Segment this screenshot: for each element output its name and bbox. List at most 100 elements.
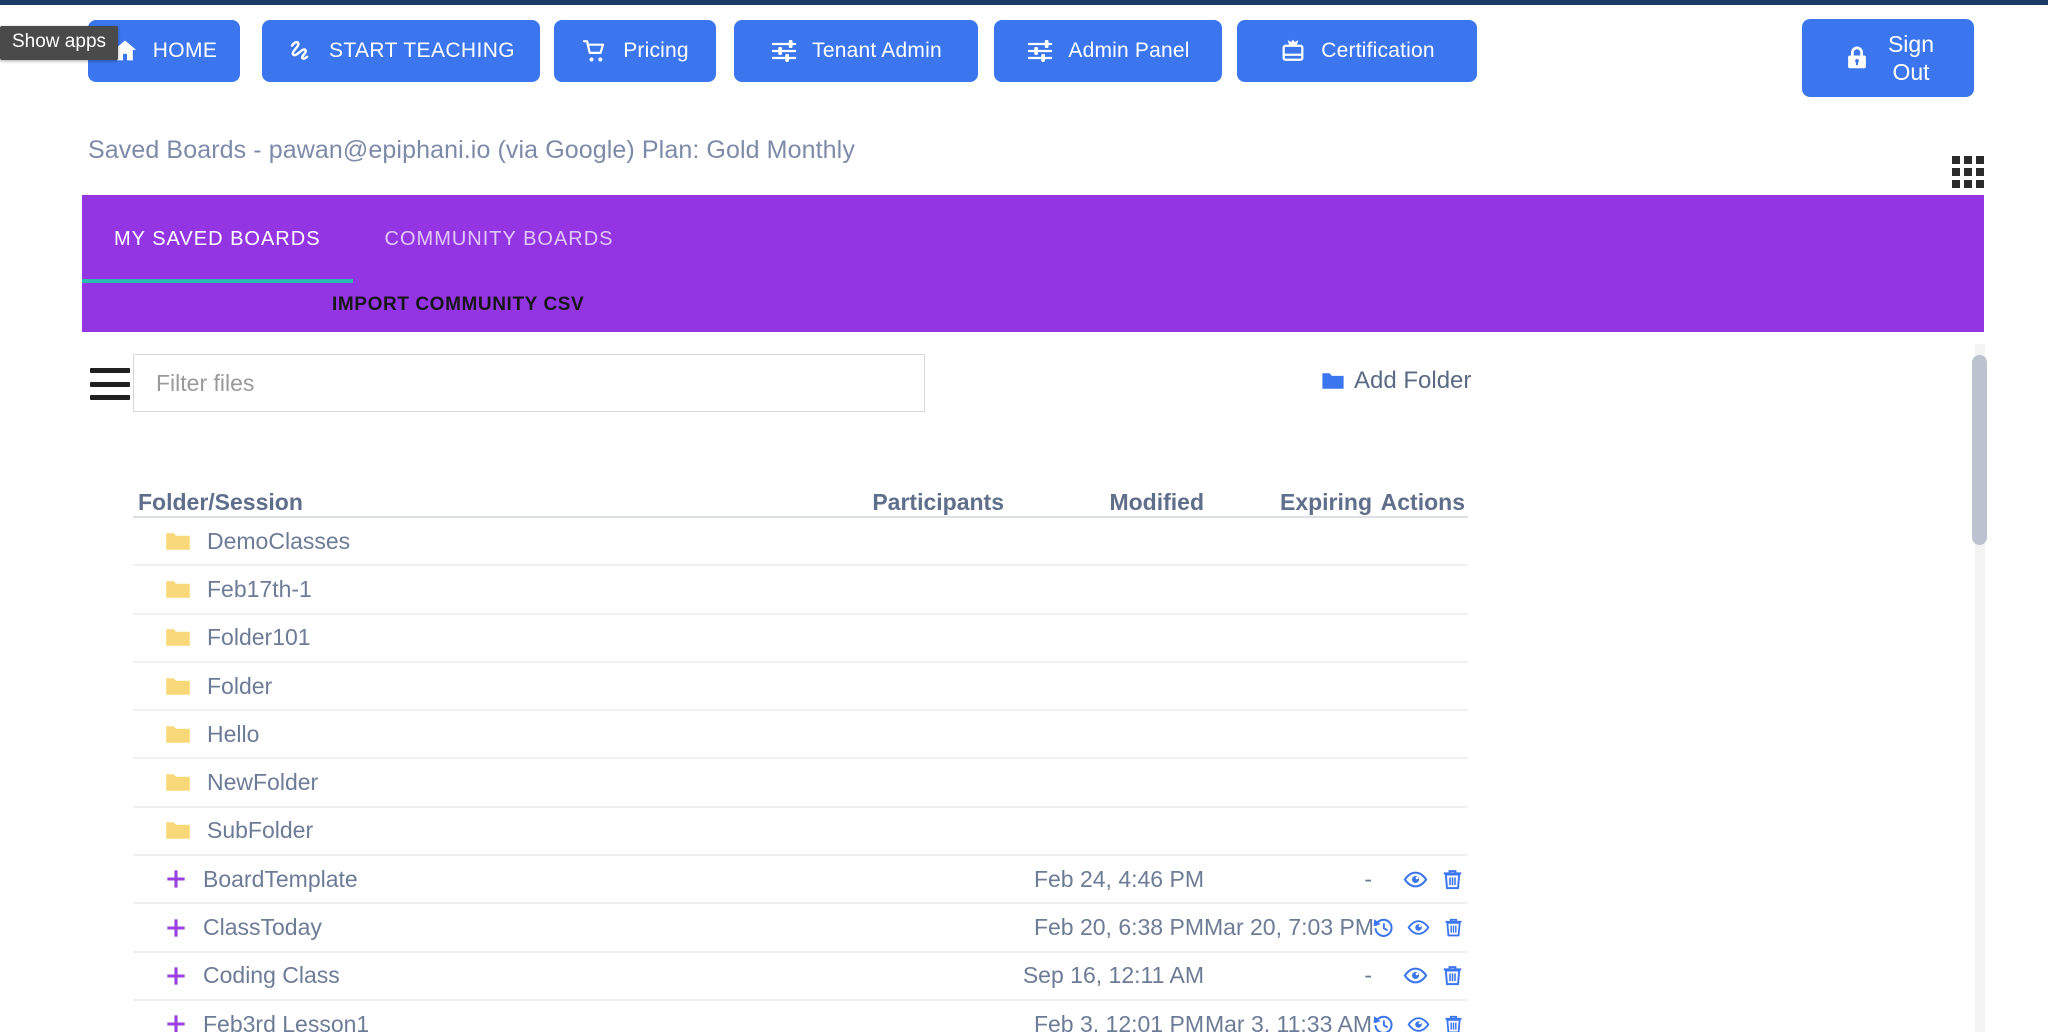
table-body: DemoClasses Feb17th-1 Folder101 Folder H… — [133, 518, 1468, 1032]
import-community-csv-label: IMPORT COMMUNITY CSV — [332, 294, 585, 315]
row-name-label: Coding Class — [203, 962, 340, 989]
nav-button-admin-panel-label: Admin Panel — [1068, 39, 1190, 62]
view-icon[interactable] — [1403, 963, 1428, 988]
folder-icon — [166, 774, 190, 791]
folder-icon — [166, 532, 190, 550]
table-row[interactable]: Hello — [133, 711, 1468, 760]
view-icon[interactable] — [1403, 867, 1428, 892]
add-folder-label: Add Folder — [1354, 367, 1472, 394]
folder-icon — [166, 822, 190, 840]
table-row[interactable]: Folder — [133, 663, 1468, 712]
gesture-icon — [290, 40, 309, 60]
row-expiring-cell: Mar 20, 7:03 PM — [1204, 914, 1375, 941]
row-name-label: Folder — [207, 672, 273, 699]
row-name-label: Folder101 — [207, 624, 311, 651]
row-name-label: NewFolder — [207, 769, 319, 796]
nav-button-admin-panel[interactable]: Admin Panel — [994, 20, 1222, 82]
restore-icon[interactable] — [1372, 1012, 1395, 1032]
tab-my-saved-boards-label: MY SAVED BOARDS — [114, 227, 321, 250]
import-community-csv-button[interactable]: IMPORT COMMUNITY CSV — [314, 283, 602, 327]
tab-list: MY SAVED BOARDS COMMUNITY BOARDS — [82, 195, 646, 283]
plus-icon — [167, 1015, 185, 1032]
add-folder-button[interactable]: Add Folder — [1315, 366, 1477, 396]
delete-icon[interactable] — [1442, 1012, 1465, 1032]
row-modified-cell: Sep 16, 12:11 AM — [1022, 962, 1204, 989]
tab-community-boards[interactable]: COMMUNITY BOARDS — [353, 195, 646, 283]
folder-icon — [166, 677, 190, 695]
tab-my-saved-boards[interactable]: MY SAVED BOARDS — [82, 195, 353, 283]
table-header-row: Folder/Session Participants Modified Exp… — [133, 472, 1468, 518]
nav-button-start-teaching-label: START TEACHING — [328, 39, 516, 62]
nav-button-home-label: HOME — [152, 39, 218, 62]
row-name-label: DemoClasses — [207, 527, 351, 554]
nav-button-pricing[interactable]: Pricing — [554, 20, 716, 82]
row-name-cell[interactable]: Feb3rd Lesson1 — [133, 1011, 779, 1032]
row-name-cell[interactable]: SubFolder — [133, 817, 779, 844]
row-name-cell[interactable]: NewFolder — [133, 769, 779, 796]
tune-icon — [771, 40, 797, 62]
table-row[interactable]: BoardTemplate Feb 24, 4:46 PM - — [133, 856, 1468, 905]
row-modified-cell: Feb 20, 6:38 PM — [1033, 914, 1204, 941]
row-actions-cell — [1372, 1012, 1468, 1032]
page-title: Saved Boards - pawan@epiphani.io (via Go… — [88, 136, 855, 164]
card-membership-icon — [1282, 39, 1304, 61]
row-actions-cell — [1372, 915, 1468, 940]
column-header-participants: Participants — [872, 489, 1004, 515]
plus-icon — [167, 870, 185, 888]
table-row[interactable]: DemoClasses — [133, 518, 1468, 567]
boards-table: Folder/Session Participants Modified Exp… — [133, 472, 1468, 1032]
row-name-label: BoardTemplate — [203, 865, 358, 892]
table-row[interactable]: Feb3rd Lesson1 Feb 3, 12:01 PM Mar 3, 11:3… — [133, 1001, 1468, 1032]
saved-boards-panel: Add Folder Folder/Session Participants M… — [82, 332, 1984, 1032]
table-row[interactable]: Folder101 — [133, 615, 1468, 663]
delete-icon[interactable] — [1440, 867, 1465, 892]
lock-icon — [1848, 46, 1866, 69]
row-name-cell[interactable]: Hello — [133, 721, 779, 748]
table-row[interactable]: SubFolder — [133, 808, 1468, 857]
row-name-label: Hello — [207, 720, 260, 747]
folder-icon — [166, 581, 190, 598]
delete-icon[interactable] — [1440, 963, 1465, 988]
plus-icon — [167, 967, 185, 985]
table-row[interactable]: NewFolder — [133, 759, 1468, 808]
row-name-label: SubFolder — [207, 817, 314, 844]
show-apps-tooltip: Show apps — [0, 26, 119, 60]
sign-out-button[interactable]: Sign Out — [1802, 19, 1974, 97]
row-name-cell[interactable]: ClassToday — [133, 914, 779, 941]
table-row[interactable]: Coding Class Sep 16, 12:11 AM - — [133, 953, 1468, 1001]
row-actions-cell — [1372, 867, 1468, 892]
delete-icon[interactable] — [1442, 915, 1465, 940]
row-expiring-cell: Mar 3, 11:33 AM — [1204, 1010, 1372, 1032]
nav-button-tenant-admin-label: Tenant Admin — [812, 39, 942, 62]
row-name-cell[interactable]: BoardTemplate — [133, 866, 779, 893]
folder-icon — [166, 629, 190, 647]
row-modified-cell: Feb 3, 12:01 PM — [1033, 1010, 1204, 1032]
row-name-cell[interactable]: Coding Class — [133, 962, 779, 989]
row-modified-cell: Feb 24, 4:46 PM — [1033, 865, 1204, 892]
row-name-cell[interactable]: Folder — [133, 673, 779, 700]
page-root: HOME START TEACHING Pricing Tenant Admin… — [0, 0, 2048, 1032]
row-name-label: Feb17th-1 — [207, 575, 312, 602]
plus-icon — [167, 918, 185, 937]
nav-button-certification[interactable]: Certification — [1237, 20, 1477, 82]
filter-input[interactable] — [133, 354, 925, 412]
view-icon[interactable] — [1407, 1012, 1430, 1032]
shopping-cart-icon — [583, 40, 605, 62]
restore-icon[interactable] — [1372, 915, 1395, 940]
row-name-cell[interactable]: Folder101 — [133, 624, 779, 651]
apps-grid-icon[interactable] — [1952, 156, 1984, 188]
tab-community-boards-label: COMMUNITY BOARDS — [384, 227, 614, 250]
row-name-cell[interactable]: Feb17th-1 — [133, 576, 779, 603]
nav-button-start-teaching[interactable]: START TEACHING — [262, 20, 540, 82]
folder-icon — [166, 726, 190, 743]
nav-button-tenant-admin[interactable]: Tenant Admin — [734, 20, 978, 82]
nav-button-pricing-label: Pricing — [623, 39, 689, 62]
table-row[interactable]: Feb17th-1 — [133, 566, 1468, 615]
hamburger-menu-icon[interactable] — [90, 368, 130, 400]
column-header-expiring: Expiring — [1279, 489, 1372, 515]
view-icon[interactable] — [1407, 915, 1430, 940]
table-row[interactable]: ClassToday Feb 20, 6:38 PM Mar 20, 7:03 PM — [133, 904, 1468, 953]
vertical-scrollbar-thumb[interactable] — [1972, 355, 1987, 545]
tabs-panel: MY SAVED BOARDS COMMUNITY BOARDS IMPORT … — [82, 195, 1984, 332]
row-name-cell[interactable]: DemoClasses — [133, 528, 779, 555]
